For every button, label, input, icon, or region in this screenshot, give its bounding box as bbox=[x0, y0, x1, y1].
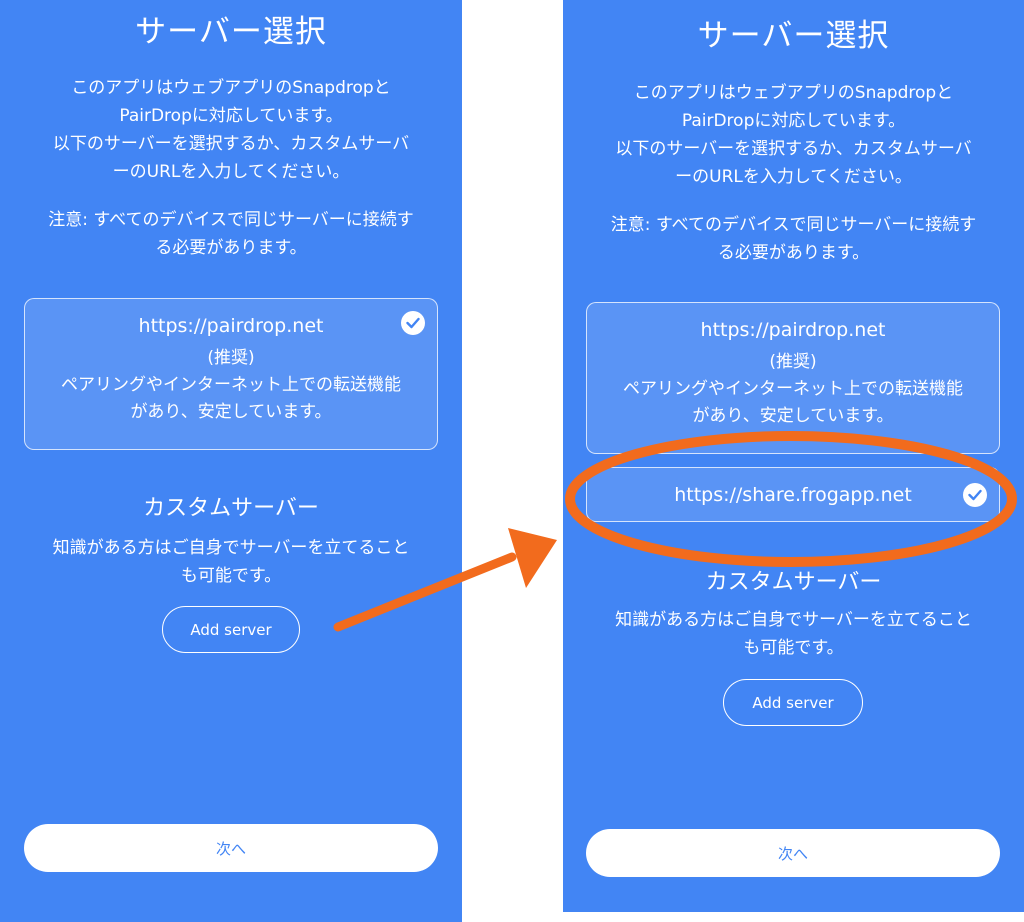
arrow-head-icon bbox=[508, 528, 557, 588]
next-button[interactable]: 次へ bbox=[24, 824, 438, 872]
server-url: https://pairdrop.net bbox=[700, 319, 886, 341]
check-circle-icon bbox=[963, 483, 987, 507]
server-select-screen-after: サーバー選択 このアプリはウェブアプリのSnapdropと PairDropに対… bbox=[563, 0, 1024, 912]
comparison-image: サーバー選択 このアプリはウェブアプリのSnapdropと PairDropに対… bbox=[0, 0, 1024, 922]
recommended-label: (推奨) bbox=[207, 348, 255, 368]
note-text: 注意: すべてのデバイスで同じサーバーに接続す る必要があります。 bbox=[48, 210, 414, 258]
server-url: https://share.frogapp.net bbox=[674, 484, 912, 506]
recommended-label: (推奨) bbox=[769, 352, 817, 372]
page-title: サーバー選択 bbox=[697, 18, 890, 54]
add-server-button[interactable]: Add server bbox=[162, 606, 300, 653]
server-option-custom[interactable]: https://share.frogapp.net bbox=[586, 467, 1000, 522]
server-detail-line: ペアリングやインターネット上での転送機能 bbox=[61, 375, 401, 395]
page-title: サーバー選択 bbox=[135, 14, 327, 50]
server-detail-line: があり、安定しています。 bbox=[130, 402, 332, 422]
custom-server-description: 知識がある方はご自身でサーバーを立てること も可能です。 bbox=[52, 538, 410, 586]
server-detail-line: があり、安定しています。 bbox=[692, 406, 894, 426]
check-circle-icon bbox=[401, 311, 425, 335]
custom-server-heading: カスタムサーバー bbox=[143, 496, 319, 521]
custom-server-heading: カスタムサーバー bbox=[705, 570, 882, 595]
description-text: このアプリはウェブアプリのSnapdropと PairDropに対応しています。… bbox=[52, 78, 410, 182]
server-detail-line: ペアリングやインターネット上での転送機能 bbox=[623, 379, 963, 399]
custom-server-description: 知識がある方はご自身でサーバーを立てること も可能です。 bbox=[615, 610, 972, 658]
server-option-pairdrop[interactable]: https://pairdrop.net (推奨) ペアリングやインターネット上… bbox=[24, 298, 438, 450]
server-select-screen-before: サーバー選択 このアプリはウェブアプリのSnapdropと PairDropに対… bbox=[0, 0, 462, 922]
note-text: 注意: すべてのデバイスで同じサーバーに接続す る必要があります。 bbox=[610, 215, 977, 263]
server-option-pairdrop[interactable]: https://pairdrop.net (推奨) ペアリングやインターネット上… bbox=[586, 302, 1000, 454]
description-text: このアプリはウェブアプリのSnapdropと PairDropに対応しています。… bbox=[615, 83, 972, 187]
next-button[interactable]: 次へ bbox=[586, 829, 1000, 877]
add-server-button[interactable]: Add server bbox=[723, 679, 863, 726]
server-url: https://pairdrop.net bbox=[138, 315, 324, 337]
